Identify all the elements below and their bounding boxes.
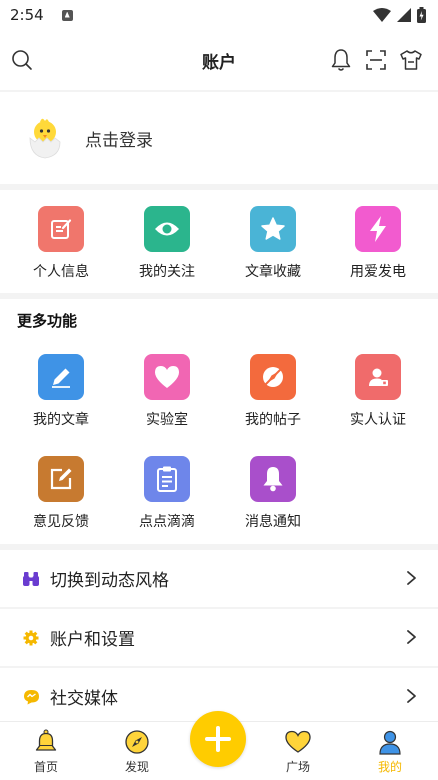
chat-icon xyxy=(22,688,40,706)
more-item-label: 点点滴滴 xyxy=(139,514,195,530)
pencil-icon xyxy=(38,354,84,400)
list-item-label: 社交媒体 xyxy=(50,689,118,709)
cellular-icon xyxy=(397,8,411,22)
bottom-nav: 首页 发现 广场 我的 xyxy=(0,711,438,780)
quick-item-favorites[interactable]: 文章收藏 xyxy=(220,206,326,281)
list-item-label: 账户和设置 xyxy=(50,630,135,650)
plus-icon xyxy=(205,726,231,752)
status-icons xyxy=(373,7,426,23)
wifi-icon xyxy=(373,8,391,22)
chevron-right-icon xyxy=(407,689,416,703)
battery-icon xyxy=(417,7,426,23)
quick-item-donate[interactable]: 用爱发电 xyxy=(325,206,431,281)
edit-icon xyxy=(38,206,84,252)
list-item-label: 切换到动态风格 xyxy=(50,571,169,591)
more-item-label: 实人认证 xyxy=(350,412,406,428)
more-item-label: 意见反馈 xyxy=(33,514,89,530)
more-item-label: 我的帖子 xyxy=(245,412,301,428)
chick-avatar-icon xyxy=(29,118,61,159)
more-item-lab[interactable]: 实验室 xyxy=(114,354,220,429)
chevron-right-icon xyxy=(407,630,416,644)
chevron-right-icon xyxy=(407,571,416,585)
heart-icon xyxy=(144,354,190,400)
nav-label: 广场 xyxy=(285,760,310,774)
eye-icon xyxy=(144,206,190,252)
more-item-moments[interactable]: 点点滴滴 xyxy=(114,456,220,531)
compass-icon xyxy=(123,728,151,756)
compass-icon xyxy=(250,354,296,400)
shirt-icon[interactable] xyxy=(398,47,424,73)
app-bar: 账户 xyxy=(0,30,438,90)
notification-icon xyxy=(61,9,73,21)
more-item-label: 消息通知 xyxy=(245,514,301,530)
bell-icon xyxy=(32,728,60,756)
clipboard-icon xyxy=(144,456,190,502)
status-time: 2:54 xyxy=(10,6,44,24)
feedback-icon xyxy=(38,456,84,502)
quick-item-label: 我的关注 xyxy=(139,264,195,280)
nav-mine[interactable]: 我的 xyxy=(350,728,430,775)
quick-item-label: 用爱发电 xyxy=(350,264,406,280)
status-bar: 2:54 xyxy=(0,0,438,30)
nav-home[interactable]: 首页 xyxy=(6,728,86,775)
star-icon xyxy=(250,206,296,252)
scan-icon[interactable] xyxy=(363,47,389,73)
binoculars-icon xyxy=(22,570,40,588)
more-functions: 更多功能 我的文章 实验室 我的帖子 实人认证 意见反馈 点点滴滴 消息通知 xyxy=(0,299,438,544)
login-row[interactable]: 点击登录 xyxy=(0,92,438,184)
login-label: 点击登录 xyxy=(85,130,153,151)
search-icon[interactable] xyxy=(9,47,35,73)
more-item-verification[interactable]: 实人认证 xyxy=(325,354,431,429)
bell-icon[interactable] xyxy=(328,47,354,73)
heart-icon xyxy=(284,728,312,756)
quick-actions: 个人信息 我的关注 文章收藏 用爱发电 xyxy=(0,190,438,293)
section-title: 更多功能 xyxy=(17,312,78,330)
quick-item-following[interactable]: 我的关注 xyxy=(114,206,220,281)
person-icon xyxy=(376,728,404,756)
add-button[interactable] xyxy=(190,711,246,767)
more-item-feedback[interactable]: 意见反馈 xyxy=(8,456,114,531)
quick-item-profile[interactable]: 个人信息 xyxy=(8,206,114,281)
nav-label: 我的 xyxy=(377,760,402,774)
more-item-my-posts[interactable]: 我的帖子 xyxy=(220,354,326,429)
list-item-account-settings[interactable]: 账户和设置 xyxy=(0,609,438,666)
nav-discover[interactable]: 发现 xyxy=(97,728,177,775)
bell-icon xyxy=(250,456,296,502)
more-item-label: 我的文章 xyxy=(33,412,89,428)
nav-label: 首页 xyxy=(33,760,58,774)
quick-item-label: 文章收藏 xyxy=(245,264,301,280)
quick-item-label: 个人信息 xyxy=(33,264,89,280)
gear-icon xyxy=(22,629,40,647)
list-item-switch-style[interactable]: 切换到动态风格 xyxy=(0,550,438,607)
nav-square[interactable]: 广场 xyxy=(258,728,338,775)
id-card-icon xyxy=(355,354,401,400)
more-item-my-articles[interactable]: 我的文章 xyxy=(8,354,114,429)
more-item-notifications[interactable]: 消息通知 xyxy=(220,456,326,531)
nav-label: 发现 xyxy=(124,760,149,774)
more-item-label: 实验室 xyxy=(146,412,188,428)
lightning-icon xyxy=(355,206,401,252)
